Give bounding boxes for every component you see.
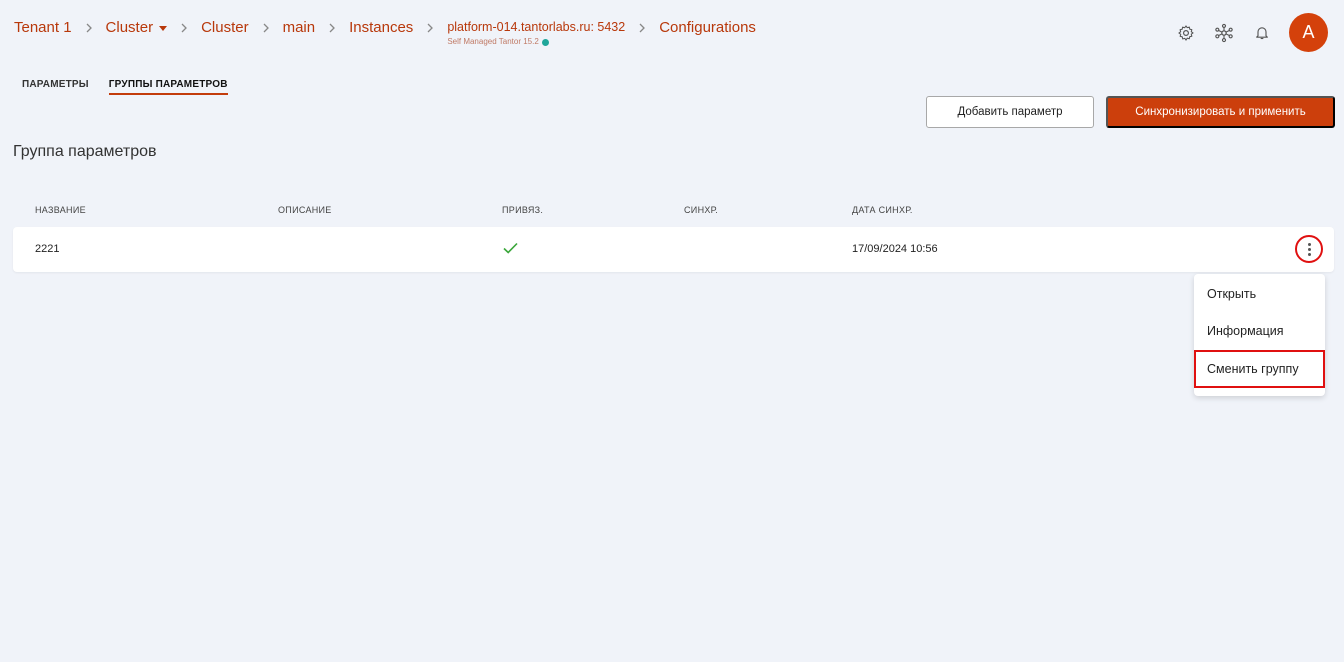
chevron-right-icon [249, 19, 283, 37]
column-header-bound[interactable]: ПРИВЯЗ. [502, 205, 543, 215]
breadcrumb: Tenant 1 Cluster Cluster main Instances … [14, 19, 756, 47]
host-label: platform-014.tantorlabs.ru: 5432 [447, 20, 626, 34]
host-subtitle: Self Managed Tantor 15.2 [447, 37, 625, 47]
tab-parameters[interactable]: ПАРАМЕТРЫ [22, 79, 89, 95]
host-version: Self Managed Tantor 15.2 [447, 37, 539, 46]
menu-item-open[interactable]: Открыть [1194, 275, 1325, 313]
sync-apply-button[interactable]: Синхронизировать и применить [1106, 96, 1335, 128]
chevron-right-icon [413, 19, 447, 37]
bell-icon[interactable] [1251, 22, 1273, 44]
header-actions: A [1175, 13, 1328, 52]
table-header: НАЗВАНИЕ ОПИСАНИЕ ПРИВЯЗ. СИНХР. ДАТА СИ… [13, 205, 1334, 219]
breadcrumb-configurations[interactable]: Configurations [659, 19, 756, 37]
chevron-right-icon [167, 19, 201, 37]
breadcrumb-host[interactable]: platform-014.tantorlabs.ru: 5432 Self Ma… [447, 19, 625, 47]
network-icon[interactable] [1213, 22, 1235, 44]
top-bar: Tenant 1 Cluster Cluster main Instances … [0, 0, 1344, 56]
cell-name: 2221 [35, 243, 60, 255]
tab-parameter-groups[interactable]: ГРУППЫ ПАРАМЕТРОВ [108, 79, 228, 95]
breadcrumb-cluster[interactable]: Cluster [201, 19, 249, 37]
column-header-description[interactable]: ОПИСАНИЕ [278, 205, 332, 215]
chevron-right-icon [72, 19, 106, 37]
tabs: ПАРАМЕТРЫ ГРУППЫ ПАРАМЕТРОВ [22, 79, 248, 95]
check-icon [503, 242, 518, 257]
breadcrumb-cluster-dropdown[interactable]: Cluster [106, 19, 168, 37]
column-header-name[interactable]: НАЗВАНИЕ [35, 205, 86, 215]
column-header-synced[interactable]: СИНХР. [684, 205, 718, 215]
column-header-sync-date[interactable]: ДАТА СИНХР. [852, 205, 913, 215]
add-parameter-button[interactable]: Добавить параметр [926, 96, 1094, 128]
avatar[interactable]: A [1289, 13, 1328, 52]
cell-sync-date: 17/09/2024 10:56 [852, 243, 938, 255]
status-ok-icon [541, 38, 549, 46]
section-title: Группа параметров [13, 143, 157, 160]
chevron-right-icon [625, 19, 659, 37]
more-vertical-icon[interactable] [1295, 235, 1323, 263]
cluster-dropdown-label: Cluster [105, 19, 154, 36]
menu-item-change-group[interactable]: Сменить группу [1194, 350, 1325, 388]
breadcrumb-instances[interactable]: Instances [349, 19, 413, 37]
caret-down-icon [159, 25, 168, 31]
breadcrumb-tenant[interactable]: Tenant 1 [14, 19, 72, 37]
breadcrumb-main[interactable]: main [283, 19, 316, 37]
table-row[interactable]: 2221 17/09/2024 10:56 [13, 227, 1334, 272]
chevron-right-icon [315, 19, 349, 37]
menu-item-info[interactable]: Информация [1194, 312, 1325, 350]
context-menu: Открыть Информация Сменить группу [1194, 274, 1325, 396]
gear-icon[interactable] [1175, 22, 1197, 44]
